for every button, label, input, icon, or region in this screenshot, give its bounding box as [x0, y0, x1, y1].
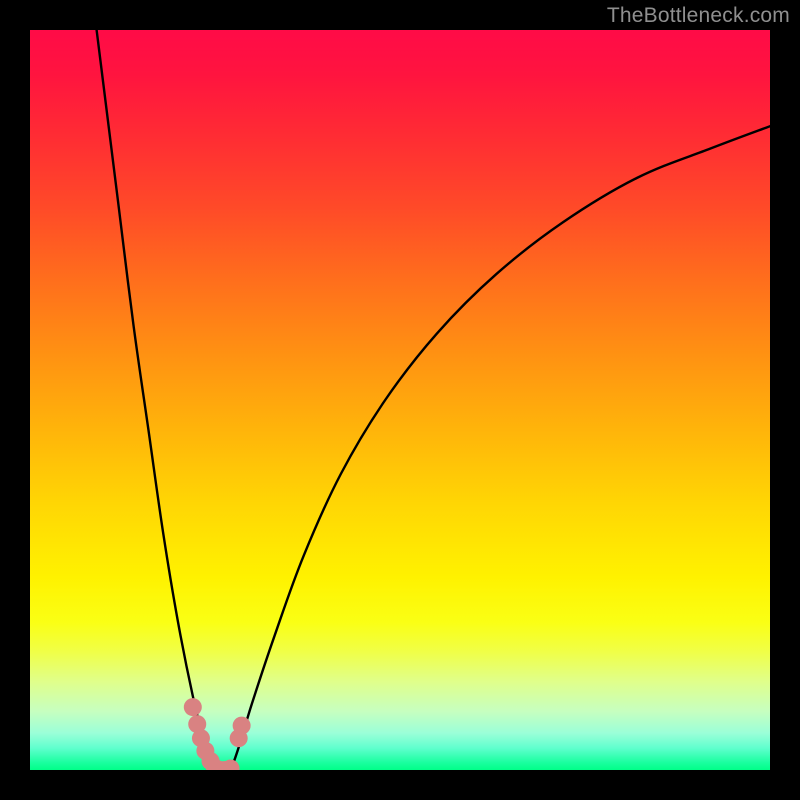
plot-area: [30, 30, 770, 770]
data-marker: [184, 698, 202, 716]
curve-left-branch: [97, 30, 218, 770]
data-marker: [233, 717, 251, 735]
marker-group: [184, 698, 251, 770]
watermark-text: TheBottleneck.com: [607, 4, 790, 28]
curve-right-branch: [230, 126, 770, 770]
chart-frame: TheBottleneck.com: [0, 0, 800, 800]
bottleneck-curve: [97, 30, 770, 770]
curves-svg: [30, 30, 770, 770]
